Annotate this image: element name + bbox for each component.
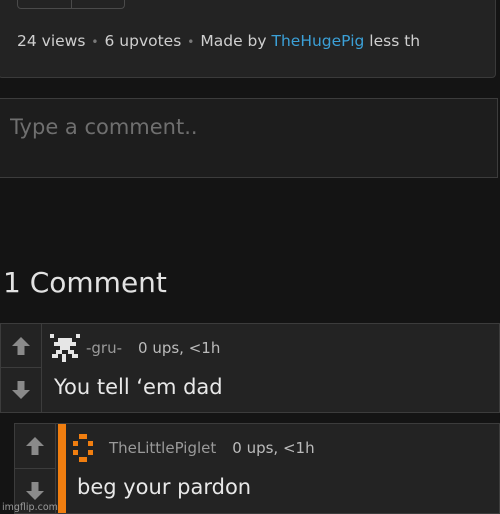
- arrow-up-icon: [26, 436, 44, 455]
- separator-dot-icon: •: [187, 35, 195, 49]
- upvotes-count: 6 upvotes: [104, 32, 182, 50]
- downvote-button[interactable]: [1, 368, 41, 412]
- vote-controls: [1, 324, 42, 412]
- watermark: imgflip.com: [2, 502, 58, 513]
- reply-accent-bar: [58, 424, 66, 513]
- comment-meta: -gru- 0 ups, <1h: [50, 334, 220, 362]
- post-stats: 24 views • 6 upvotes • Made by TheHugePig le…: [17, 32, 419, 50]
- comment-username[interactable]: TheLittlePiglet: [109, 439, 216, 457]
- orange-pixel-avatar-icon[interactable]: [73, 434, 103, 462]
- reply-comment: TheLittlePiglet 0 ups, <1h beg your pard…: [14, 423, 500, 514]
- vote-controls: [15, 424, 56, 513]
- post-stats-card: 24 views • 6 upvotes • Made by TheHugePig le…: [0, 0, 496, 78]
- views-count: 24 views: [17, 32, 86, 50]
- comment-text: You tell ‘em dad: [54, 375, 223, 399]
- separator-dot-icon: •: [91, 35, 99, 49]
- post-time: less than: [369, 32, 420, 50]
- comment-body: TheLittlePiglet 0 ups, <1h beg your pard…: [73, 424, 499, 513]
- upvote-button[interactable]: [15, 424, 55, 469]
- author-link[interactable]: TheHugePig: [272, 32, 365, 50]
- made-by-label: Made by: [200, 32, 267, 50]
- arrow-up-icon: [12, 336, 30, 355]
- arrow-down-icon: [12, 381, 30, 399]
- comment-meta-text: 0 ups, <1h: [138, 339, 221, 357]
- comment-username[interactable]: -gru-: [86, 339, 122, 357]
- divider: [71, 0, 72, 8]
- comment-body: -gru- 0 ups, <1h You tell ‘em dad: [50, 324, 499, 412]
- comment-box: [0, 98, 498, 178]
- comment-input[interactable]: [8, 111, 472, 143]
- comment: -gru- 0 ups, <1h You tell ‘em dad: [0, 323, 500, 413]
- comment-text: beg your pardon: [77, 475, 252, 499]
- comment-meta: TheLittlePiglet 0 ups, <1h: [73, 434, 315, 462]
- post-action-buttons[interactable]: [17, 0, 125, 9]
- upvote-button[interactable]: [1, 324, 41, 368]
- pixel-figure-avatar-icon[interactable]: [50, 334, 80, 362]
- arrow-down-icon: [26, 481, 44, 500]
- comment-meta-text: 0 ups, <1h: [232, 439, 315, 457]
- comments-count: 1 Comment: [3, 266, 167, 299]
